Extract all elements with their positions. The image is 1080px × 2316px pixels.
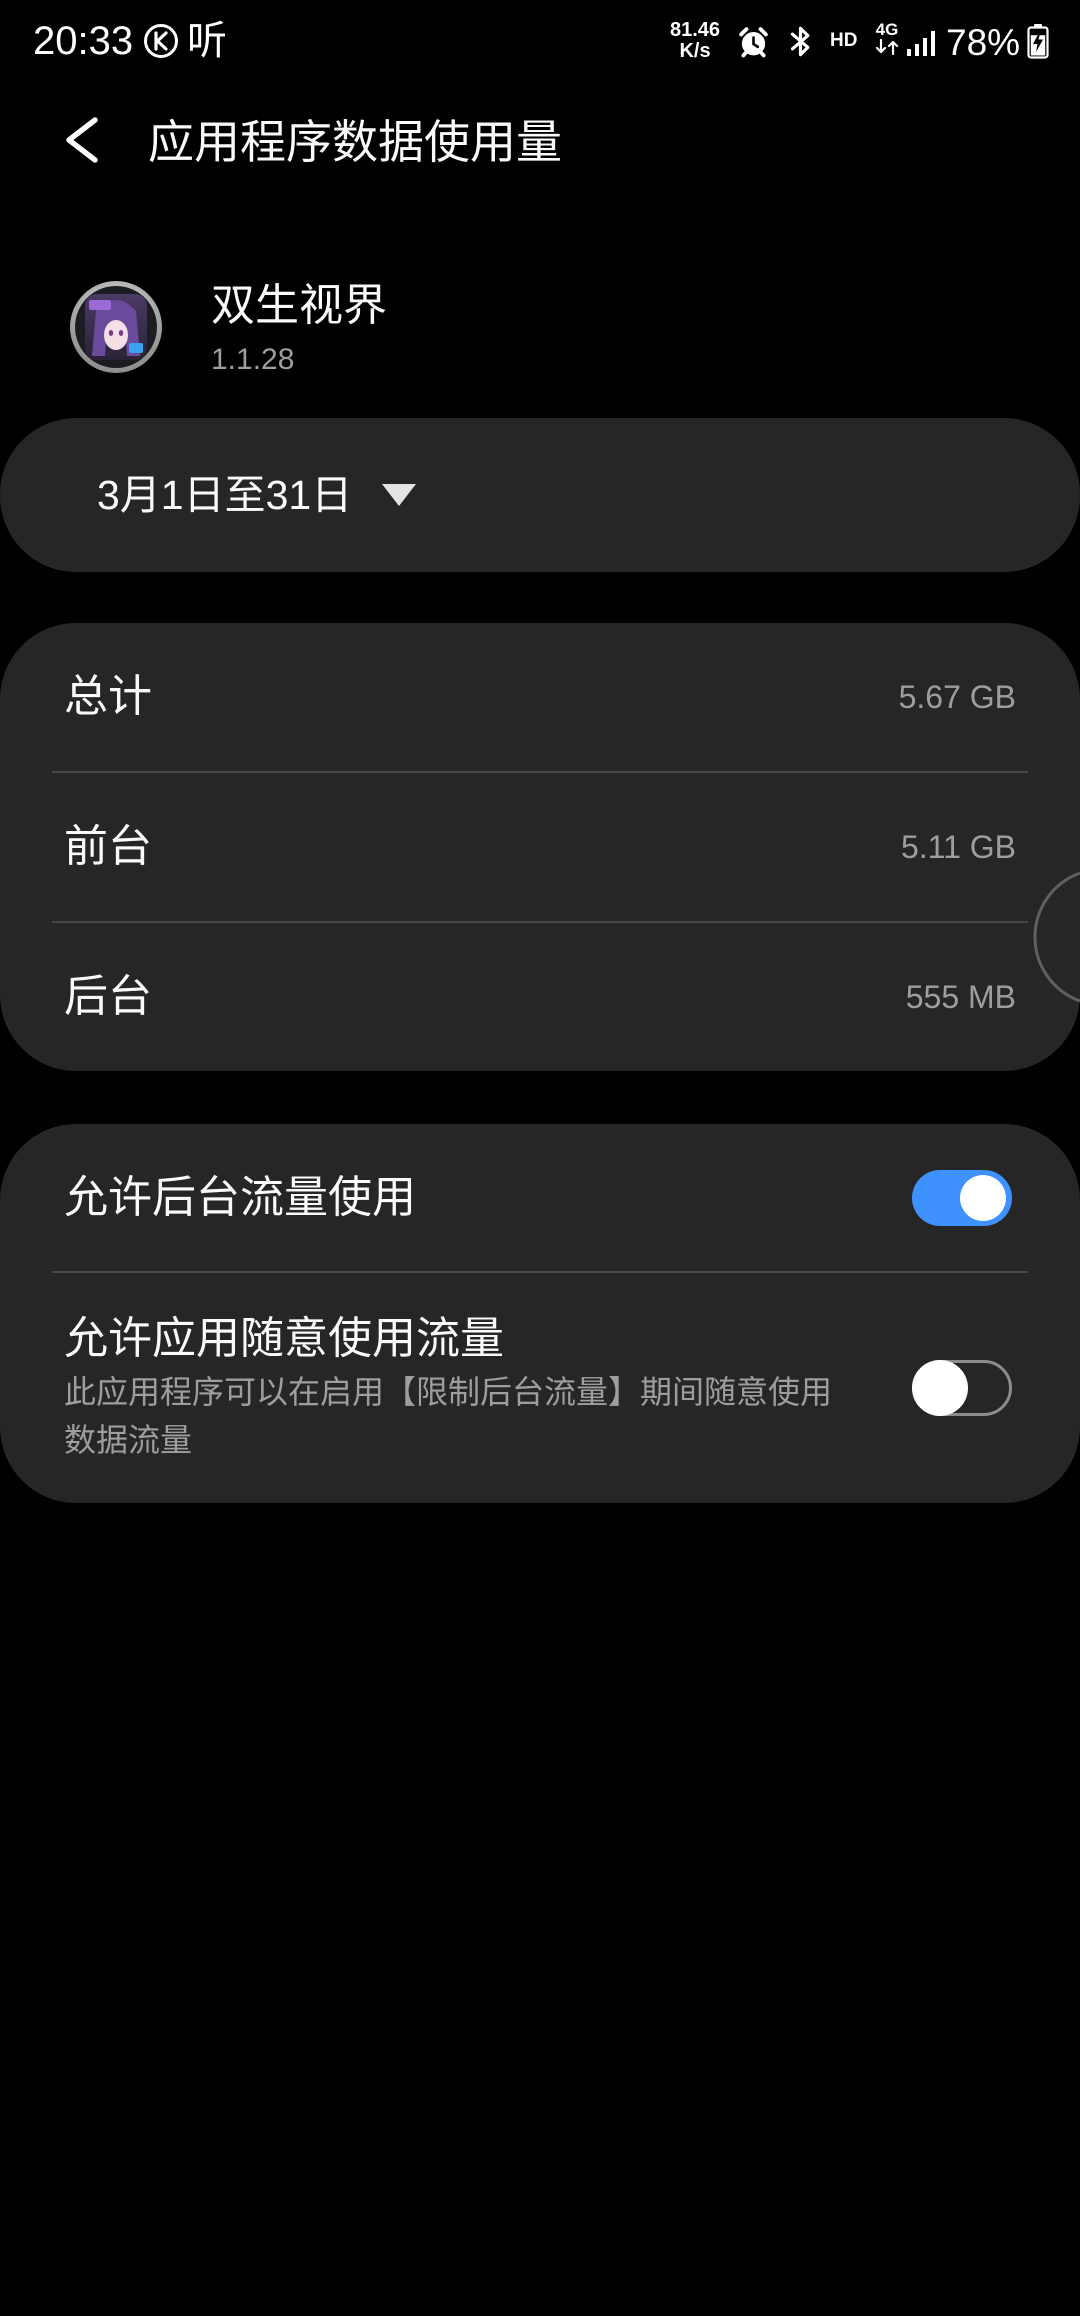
- app-icon: [70, 281, 162, 373]
- usage-label: 总计: [64, 672, 152, 721]
- setting-row-background-data[interactable]: 允许后台流量使用: [0, 1124, 1080, 1271]
- usage-label: 后台: [64, 972, 152, 1021]
- date-range-label: 3月1日至31日: [97, 472, 353, 518]
- usage-row-foreground: 前台 5.11 GB: [0, 773, 1080, 921]
- battery-charging-icon: [1027, 24, 1049, 59]
- background-data-toggle[interactable]: [912, 1169, 1012, 1227]
- usage-value: 555 MB: [905, 979, 1016, 1015]
- network-speed-unit: K/s: [679, 40, 711, 62]
- back-arrow-icon: [66, 117, 98, 163]
- status-bar: 20:33 听 81.46 K/s HD 4G 78%: [0, 0, 1080, 84]
- toggle-thumb: [960, 1174, 1006, 1221]
- back-button[interactable]: [38, 92, 134, 188]
- bluetooth-icon: [790, 26, 810, 57]
- app-name: 双生视界: [211, 281, 387, 330]
- setting-label: 允许后台流量使用: [64, 1172, 416, 1222]
- setting-text: 允许应用随意使用流量 此应用程序可以在启用【限制后台流量】期间随意使用数据流量: [64, 1312, 844, 1464]
- k-circle-icon: [144, 24, 178, 58]
- network-speed-value: 81.46: [669, 19, 721, 41]
- usage-value: 5.67 GB: [898, 679, 1016, 715]
- settings-card: 允许后台流量使用 允许应用随意使用流量 此应用程序可以在启用【限制后台流量】期间…: [0, 1124, 1080, 1503]
- usage-value: 5.11 GB: [900, 829, 1016, 865]
- screen: 20:33 听 81.46 K/s HD 4G 78% 应用程序数据使用量 双生…: [0, 0, 1080, 2316]
- app-version: 1.1.28: [211, 343, 295, 376]
- usage-label: 前台: [64, 822, 152, 871]
- date-range-selector[interactable]: 3月1日至31日: [0, 418, 1080, 572]
- edge-panel-handle[interactable]: [1030, 864, 1080, 1010]
- usage-row-background: 后台 555 MB: [0, 923, 1080, 1071]
- page-title: 应用程序数据使用量: [148, 116, 562, 168]
- alarm-icon: [739, 27, 768, 58]
- setting-description: 此应用程序可以在启用【限制后台流量】期间随意使用数据流量: [64, 1374, 833, 1458]
- setting-label: 允许应用随意使用流量: [64, 1314, 504, 1363]
- setting-row-unrestricted-data[interactable]: 允许应用随意使用流量 此应用程序可以在启用【限制后台流量】期间随意使用数据流量: [0, 1273, 1080, 1503]
- network-speed: 81.46 K/s: [664, 20, 726, 62]
- network-arrows-icon: [875, 39, 899, 55]
- status-time: 20:33: [33, 19, 134, 63]
- signal-icon: [907, 31, 935, 56]
- network-type: 4G: [872, 20, 902, 55]
- network-type-label: 4G: [875, 20, 899, 39]
- hd-voice-label: HD: [830, 30, 858, 51]
- toggle-thumb: [912, 1360, 968, 1416]
- usage-row-total: 总计 5.67 GB: [0, 623, 1080, 771]
- battery-percent: 78%: [946, 22, 1021, 63]
- dropdown-triangle-icon: [382, 484, 417, 506]
- notification-icon: 听: [187, 19, 227, 63]
- usage-card: 总计 5.67 GB 前台 5.11 GB 后台 555 MB: [0, 623, 1080, 1071]
- unrestricted-data-toggle[interactable]: [912, 1359, 1012, 1417]
